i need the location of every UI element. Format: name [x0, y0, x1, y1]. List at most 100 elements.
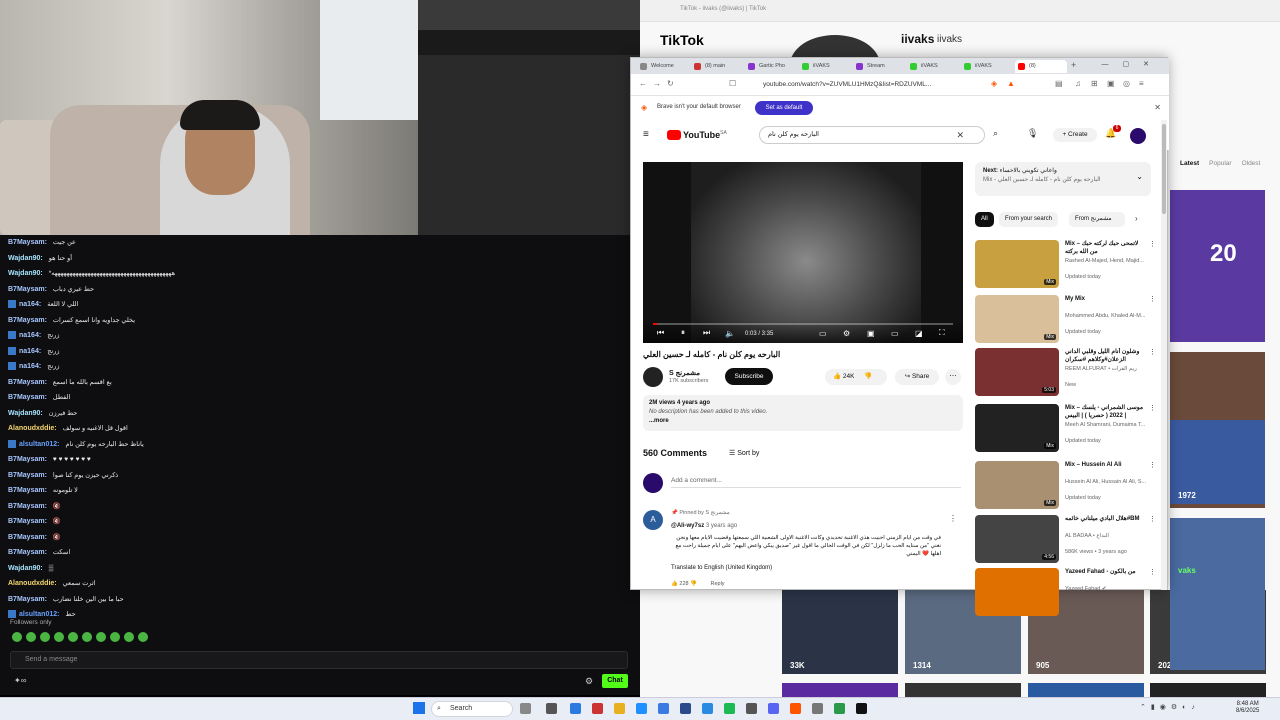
video-thumbnail[interactable]: 5:03	[975, 348, 1059, 396]
emote-bar[interactable]	[12, 632, 152, 645]
chip-all[interactable]: All	[975, 212, 994, 227]
media-icon[interactable]: ♫	[1075, 79, 1081, 88]
reply-button[interactable]: Reply	[711, 581, 725, 587]
browser-tab[interactable]: iiVAKS	[961, 60, 1013, 73]
rec-options-icon[interactable]: ⋮	[1149, 461, 1156, 469]
recommended-video[interactable]: Mix My Mix Mohammed Abdu, Khaled Al-M... Up…	[975, 295, 1160, 345]
edge-icon[interactable]	[636, 703, 647, 714]
previous-icon[interactable]: ⏮	[657, 328, 664, 338]
account-avatar[interactable]	[1130, 128, 1146, 144]
back-icon[interactable]: ←	[639, 79, 647, 88]
menu-icon[interactable]: ≡	[1139, 79, 1144, 88]
recommended-video[interactable]: 4:56 هلال البادي ميلناني خائمه#BM AL BADAA…	[975, 515, 1160, 565]
video-thumbnail[interactable]: Mix	[975, 240, 1059, 288]
video-thumbnail[interactable]: Mix	[975, 295, 1059, 343]
tab-oldest[interactable]: Oldest	[1242, 160, 1261, 167]
chat-username[interactable]: B7Maysam:	[8, 379, 47, 386]
pause-icon[interactable]: ⏸	[681, 328, 685, 338]
discord-icon[interactable]	[768, 703, 779, 714]
chat-username[interactable]: B7Maysam:	[8, 456, 47, 463]
tab-popular[interactable]: Popular	[1209, 160, 1231, 167]
share-button[interactable]: ↪ Share	[895, 369, 939, 385]
tiktok-video-thumb[interactable]: 33K	[782, 590, 898, 674]
up-next-box[interactable]: Next: واعاني تكويني بالاحساء Mix - البار…	[975, 162, 1151, 196]
recommended-video[interactable]: 5:03 وشلون أنام الليل وقلبي الداني الزعلا…	[975, 348, 1160, 398]
chat-username[interactable]: B7Maysam:	[8, 394, 47, 401]
theater-icon[interactable]: ▭	[891, 329, 899, 338]
browser-tab[interactable]: iiVAKS	[907, 60, 959, 73]
chat-username[interactable]: B7Maysam:	[8, 534, 47, 541]
chat-username[interactable]: B7Maysam:	[8, 317, 47, 324]
chat-username[interactable]: alsultan012:	[19, 441, 59, 448]
comment-dislike-icon[interactable]: 👎	[690, 581, 697, 587]
forward-icon[interactable]: →	[653, 79, 661, 88]
chat-username[interactable]: Wajdan90:	[8, 255, 43, 262]
chat-send-button[interactable]: Chat	[602, 674, 628, 688]
progress-bar[interactable]	[653, 323, 953, 325]
video-thumbnail[interactable]: Mix	[975, 404, 1059, 452]
bookmark-icon[interactable]: ☐	[729, 79, 736, 88]
chat-username[interactable]: Alanoudxddie:	[8, 580, 57, 587]
browser-tab[interactable]: Stream	[853, 60, 905, 73]
comment-options-icon[interactable]: ⋮	[949, 514, 957, 523]
search-icon[interactable]: ⌕	[993, 128, 998, 139]
tiktok-video-thumb[interactable]	[905, 683, 1021, 697]
rec-options-icon[interactable]: ⋮	[1149, 240, 1156, 248]
brave-icon[interactable]	[790, 703, 801, 714]
close-icon[interactable]: ✕	[1154, 103, 1161, 112]
chat-username[interactable]: na164:	[19, 301, 41, 308]
description-box[interactable]: 2M views 4 years ago No description has …	[643, 395, 963, 431]
window-controls[interactable]: —▢✕	[1102, 60, 1163, 68]
tiktok-video-thumb[interactable]: 1972	[1170, 420, 1265, 504]
chip-from-search[interactable]: From your search	[999, 212, 1059, 227]
subtitles-icon[interactable]: ▭	[819, 329, 827, 338]
commenter-avatar[interactable]: A	[643, 510, 663, 530]
extensions-icon[interactable]: ⊞	[1091, 79, 1098, 88]
chat-username[interactable]: Wajdan90:	[8, 565, 43, 572]
chat-username[interactable]: B7Maysam:	[8, 472, 47, 479]
subscribe-button[interactable]: Subscribe	[725, 368, 773, 385]
scrollbar-thumb[interactable]	[1162, 124, 1166, 214]
chat-username[interactable]: na164:	[19, 332, 41, 339]
hamburger-menu-icon[interactable]: ≡	[643, 129, 649, 140]
scrollbar[interactable]	[1161, 120, 1167, 590]
emote-icon[interactable]	[138, 632, 148, 642]
tiktok-video-thumb[interactable]: vaks	[1170, 518, 1265, 670]
widgets-icon[interactable]	[520, 703, 531, 714]
fullscreen-icon[interactable]: ⛶	[939, 328, 945, 338]
cast-icon[interactable]: ◪	[915, 329, 923, 338]
gear-icon[interactable]: ⚙	[585, 676, 593, 687]
chat-username[interactable]: B7Maysam:	[8, 239, 47, 246]
clear-search-icon[interactable]: ✕	[956, 127, 964, 143]
thumbs-down-icon[interactable]: 👎	[864, 373, 872, 380]
app-icon[interactable]	[592, 703, 603, 714]
emote-icon[interactable]	[124, 632, 134, 642]
video-player[interactable]: ⏮ ⏸ ⏭ 🔈 0:03 / 3:35 ▭ ⚙ ▣ ▭ ◪ ⛶	[643, 162, 963, 343]
chat-username[interactable]: Wajdan90:	[8, 270, 43, 277]
recommended-video[interactable]: Yazeed Fahad - من بالكون Yazeed Fahad ✔ ⋮	[975, 568, 1160, 618]
channel-avatar[interactable]	[643, 367, 663, 387]
chat-username[interactable]: B7Maysam:	[8, 596, 47, 603]
browser-tab[interactable]: Welcome	[637, 60, 689, 73]
rec-options-icon[interactable]: ⋮	[1149, 568, 1156, 576]
rec-options-icon[interactable]: ⋮	[1149, 348, 1156, 356]
chat-username[interactable]: B7Maysam:	[8, 503, 47, 510]
task-view-icon[interactable]	[546, 703, 557, 714]
rec-options-icon[interactable]: ⋮	[1149, 515, 1156, 523]
chat-username[interactable]: B7Maysam:	[8, 286, 47, 293]
recommended-video[interactable]: Mix Mix – موسى الشمراني - يلسك | 2022 ( ح…	[975, 404, 1160, 454]
show-more-link[interactable]: ...more	[649, 417, 957, 426]
emote-icon[interactable]	[26, 632, 36, 642]
emote-icon[interactable]	[110, 632, 120, 642]
tiktok-video-thumb[interactable]	[1028, 683, 1144, 697]
rec-options-icon[interactable]: ⋮	[1149, 404, 1156, 412]
app-icon[interactable]	[702, 703, 713, 714]
youtube-logo[interactable]: YouTubeSA	[667, 130, 727, 140]
emote-icon[interactable]	[54, 632, 64, 642]
app-icon[interactable]	[570, 703, 581, 714]
brave-rewards-icon[interactable]: ▲	[1007, 79, 1015, 88]
app-icon[interactable]	[746, 703, 757, 714]
sidebar-icon[interactable]: ▤	[1055, 79, 1063, 88]
chat-username[interactable]: na164:	[19, 363, 41, 370]
tiktok-video-thumb[interactable]	[782, 683, 898, 697]
